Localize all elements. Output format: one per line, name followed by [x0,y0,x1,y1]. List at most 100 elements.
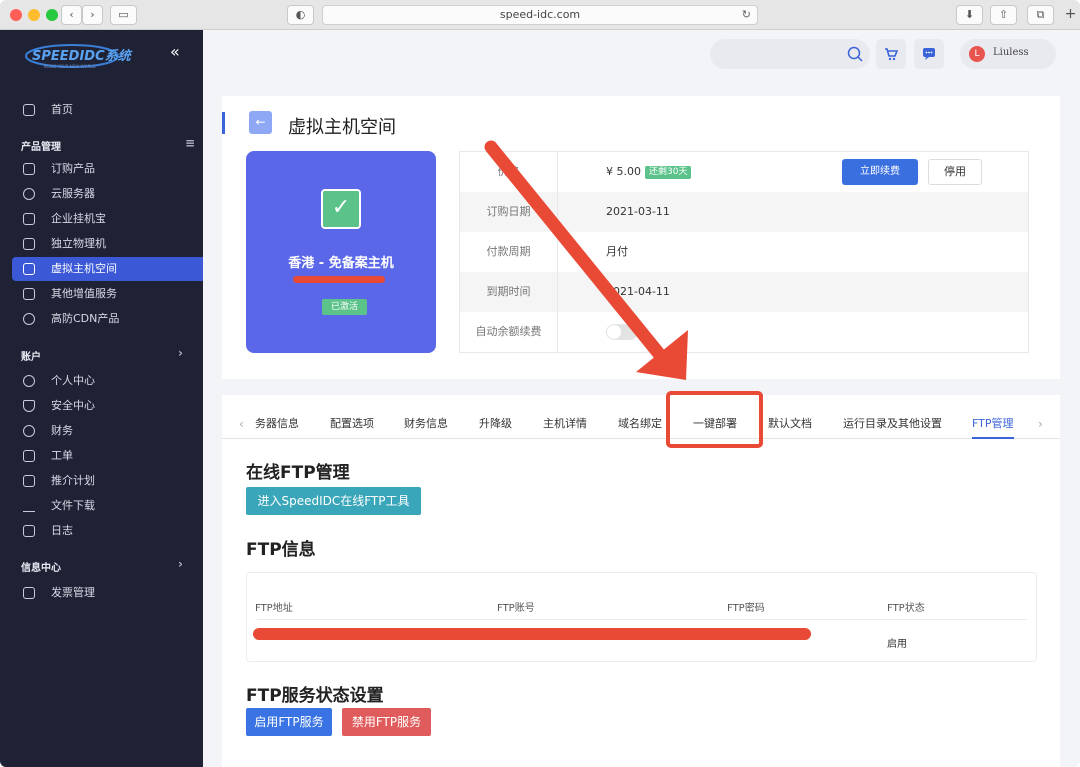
tab-config[interactable]: 配置选项 [330,411,374,439]
url-text: speed-idc.com [499,8,581,21]
sidebar-item-log[interactable]: 日志 [12,519,203,543]
tab-host-details[interactable]: 主机详情 [543,411,587,439]
tab-upgrade[interactable]: 升降级 [479,411,512,439]
cart-button[interactable] [876,39,906,69]
back-nav-icon[interactable]: ‹ [61,5,82,25]
log-icon [23,525,35,537]
message-button[interactable] [914,39,944,69]
chevron-right-icon: › [178,557,183,571]
tab-scroll-right-icon[interactable]: › [1038,411,1043,437]
column-header: FTP状态 [887,603,925,614]
ftp-status-value: 启用 [887,639,907,650]
tab-run-dir[interactable]: 运行目录及其他设置 [843,411,942,439]
search-input[interactable] [710,39,870,69]
sidebar-toggle-icon[interactable]: ▭ [110,5,137,25]
info-value: 2021-03-11 [606,205,670,218]
tab-ftp[interactable]: FTP管理 [972,411,1014,439]
sidebar-item-finance[interactable]: 财务 [12,419,203,443]
divider [257,619,1027,620]
home-icon [23,104,35,116]
money-icon [23,425,35,437]
privacy-shield-icon[interactable]: ◐ [287,5,314,25]
chat-icon [923,48,935,60]
sidebar-item-label: 文件下载 [51,499,95,512]
sidebar-item-label: 工单 [51,449,73,462]
avatar: L [969,46,985,62]
collapse-sidebar-icon[interactable]: « [170,42,180,61]
tab-server-info[interactable]: 务器信息 [255,411,299,439]
sidebar-item-enterprise[interactable]: 企业挂机宝 [12,207,203,231]
logo-text: SPEEDIDC系统 [32,48,133,64]
tab-scroll-left-icon[interactable]: ‹ [239,411,244,437]
section-label: 信息中心 [21,563,61,574]
tab-domain-binding[interactable]: 域名绑定 [618,411,662,439]
check-icon: ✓ [321,189,361,229]
section-label: 账户 [21,352,41,363]
tabs-overview-icon[interactable]: ⧉ [1027,5,1054,25]
sidebar-item-security[interactable]: 安全中心 [12,394,203,418]
stop-button[interactable]: 停用 [928,159,982,185]
sidebar-item-invoice[interactable]: 发票管理 [12,581,203,605]
close-window-button[interactable] [10,9,22,21]
sidebar-item-cdn[interactable]: 高防CDN产品 [12,307,203,331]
disable-ftp-button[interactable]: 禁用FTP服务 [342,708,431,736]
address-bar[interactable]: speed-idc.com ↻ [322,5,758,25]
top-header: L Liuless [203,30,1080,78]
sidebar-item-label: 个人中心 [51,374,95,387]
sidebar-item-referral[interactable]: 推介计划 [12,469,203,493]
menu-icon[interactable]: ≡ [185,136,195,150]
sidebar-section-info[interactable]: 信息中心 › [21,557,183,574]
folder-icon [23,263,35,275]
sidebar-item-vhost[interactable]: 虚拟主机空间 [12,257,203,281]
sidebar-item-home[interactable]: 首页 [12,98,203,122]
sidebar-item-label: 发票管理 [51,586,95,599]
online-ftp-title: 在线FTP管理 [246,463,350,483]
ftp-info-table: FTP地址 FTP账号 FTP密码 FTP状态 启用 [246,572,1037,662]
chevron-right-icon: › [178,346,183,360]
sidebar-item-addon[interactable]: 其他增值服务 [12,282,203,306]
online-ftp-button[interactable]: 进入SpeedIDC在线FTP工具 [246,487,421,515]
shield-cdn-icon [23,313,35,325]
user-menu[interactable]: L Liuless [960,39,1056,69]
share-icon[interactable]: ⇧ [990,5,1017,25]
renew-button[interactable]: 立即续费 [842,159,918,185]
sidebar-item-label: 企业挂机宝 [51,212,106,225]
sidebar-item-label: 推介计划 [51,474,95,487]
download-icon[interactable]: ⬇ [956,5,983,25]
new-tab-icon[interactable]: + [1061,5,1080,25]
minimize-window-button[interactable] [28,9,40,21]
auto-renew-toggle[interactable] [606,324,638,340]
section-label: 产品管理 [21,142,61,153]
sidebar-item-profile[interactable]: 个人中心 [12,369,203,393]
tab-finance[interactable]: 财务信息 [404,411,448,439]
info-value: 月付 [606,245,628,258]
ftp-info-title: FTP信息 [246,540,316,560]
forward-nav-icon[interactable]: › [82,5,103,25]
info-row-billing-cycle: 付款周期 月付 [460,232,1028,272]
ftp-service-title: FTP服务状态设置 [246,686,384,706]
enable-ftp-button[interactable]: 启用FTP服务 [246,708,332,736]
speedidc-logo[interactable]: SPEEDIDC系统 BUILD YOUR NEW WORLD [22,40,142,70]
product-info-table: 价格 ¥ 5.00 还剩30天 立即续费 停用 订购日期 2021-03-11 … [459,151,1029,353]
tab-default-doc[interactable]: 默认文档 [768,411,812,439]
reload-icon[interactable]: ↻ [742,6,751,24]
sidebar-item-label: 高防CDN产品 [51,312,120,325]
sidebar-item-cloud[interactable]: 云服务器 [12,182,203,206]
sidebar-item-label: 云服务器 [51,187,95,200]
info-key: 到期时间 [460,272,558,312]
arrow-left-icon: ← [255,115,266,129]
tab-one-click-deploy[interactable]: 一键部署 [693,411,737,439]
redaction-mark [253,628,811,640]
zoom-window-button[interactable] [46,9,58,21]
back-button[interactable]: ← [249,111,272,134]
sidebar-section-account[interactable]: 账户 › [21,346,183,363]
info-value: ¥ 5.00 [606,165,641,178]
search-icon[interactable] [847,46,863,62]
info-row-price: 价格 ¥ 5.00 还剩30天 立即续费 停用 [460,152,1028,192]
sidebar-item-dedicated[interactable]: 独立物理机 [12,232,203,256]
ticket-icon [23,450,35,462]
referral-icon [23,475,35,487]
sidebar-item-ticket[interactable]: 工单 [12,444,203,468]
sidebar-item-order[interactable]: 订购产品 [12,157,203,181]
sidebar-item-download[interactable]: 文件下载 [12,494,203,518]
